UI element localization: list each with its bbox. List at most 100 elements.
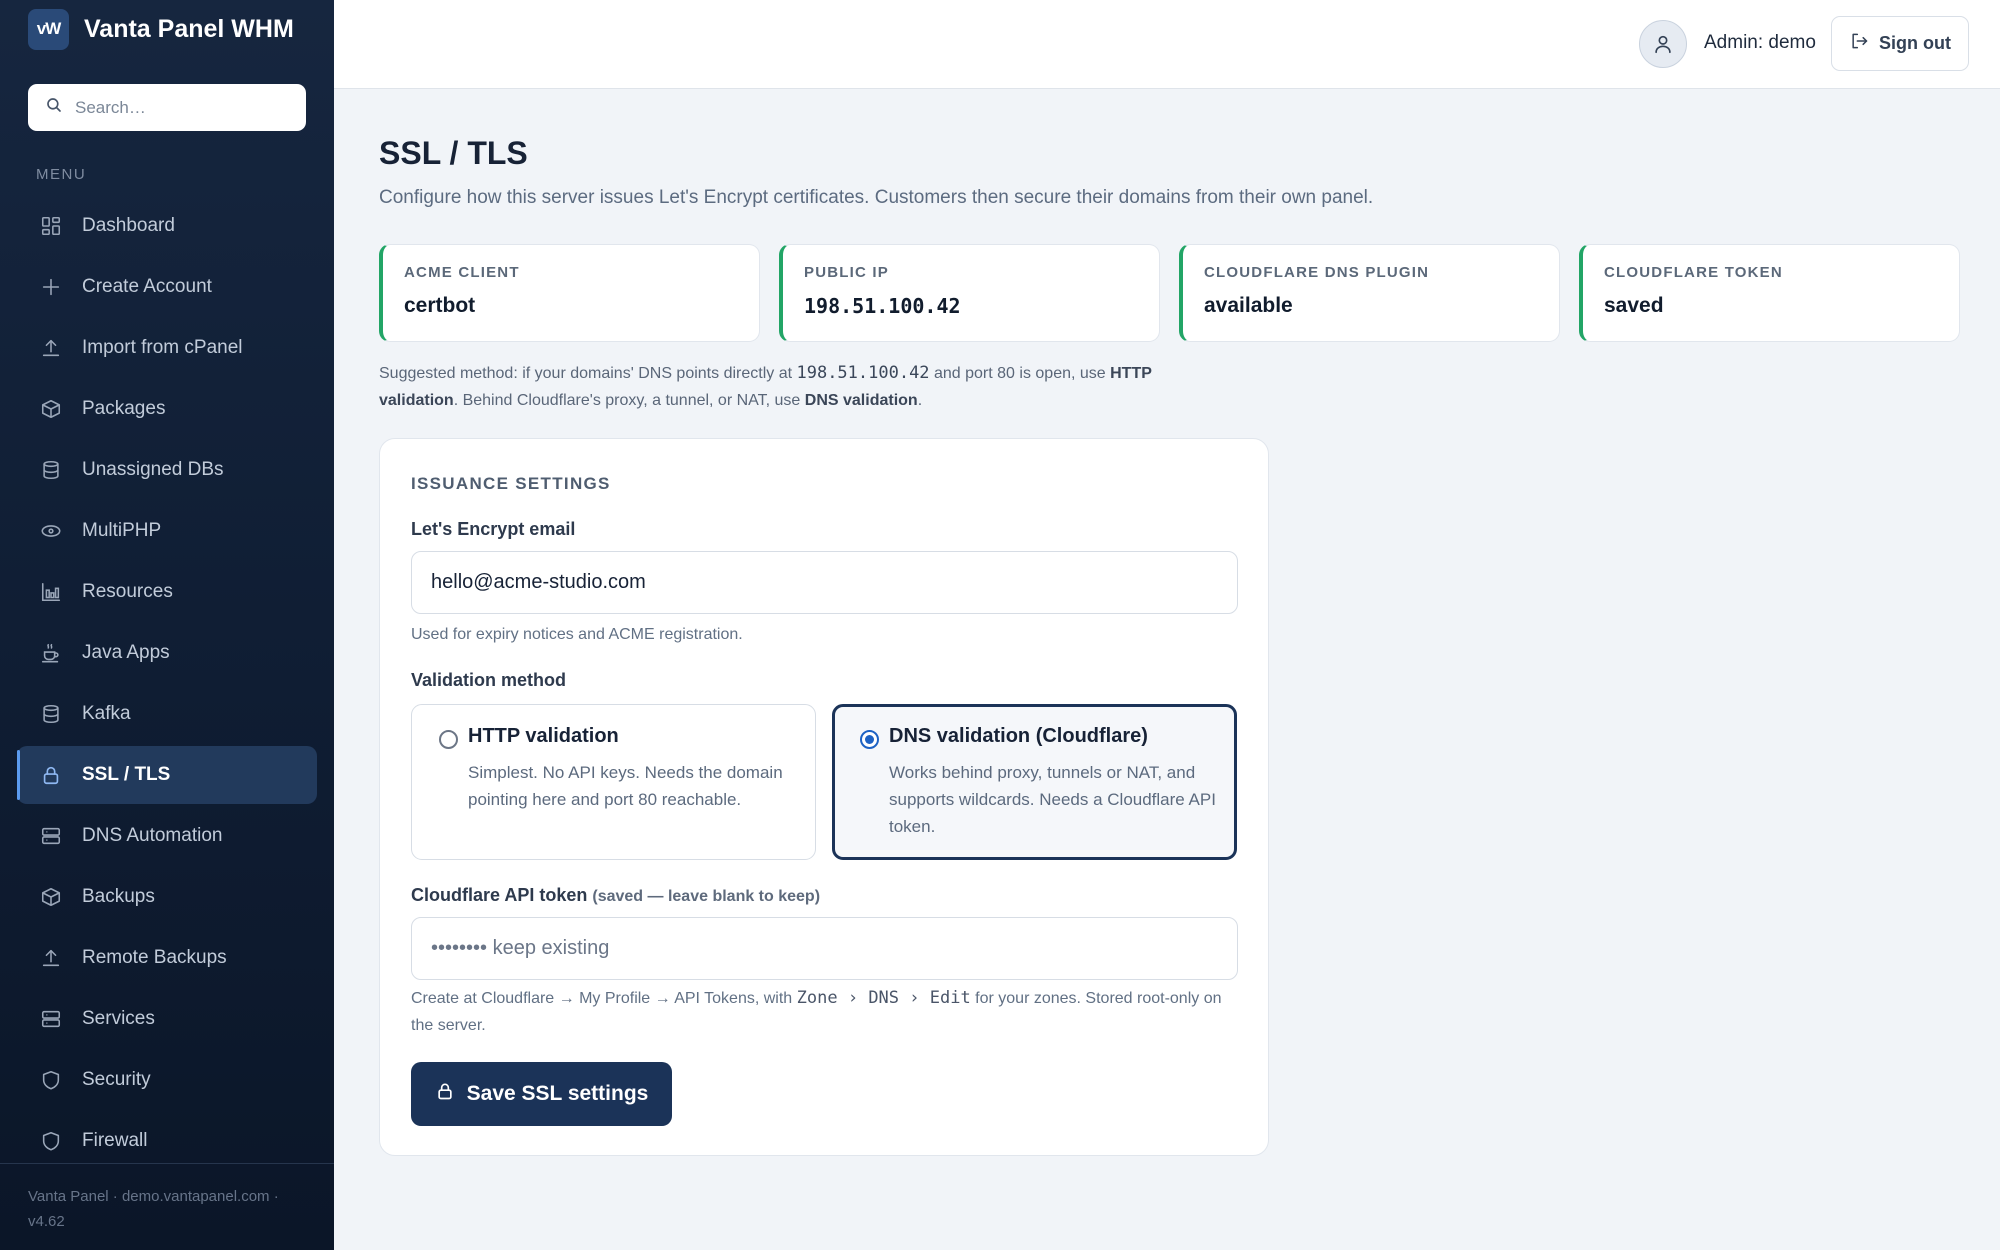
sidebar-item-label: Unassigned DBs [82,459,224,480]
plus-icon [39,275,63,299]
suggested-method-note: Suggested method: if your domains' DNS p… [379,360,1229,414]
note-text: . [917,392,923,409]
stat-value: 198.51.100.42 [804,294,961,318]
menu-heading: MENU [36,166,87,183]
sidebar-item-label: Import from cPanel [82,337,243,358]
sidebar-item-firewall[interactable]: Firewall [17,1112,317,1170]
avatar[interactable] [1639,20,1687,68]
stat-label: CLOUDFLARE TOKEN [1604,264,1783,281]
lock-icon [435,1081,467,1107]
sidebar-item-security[interactable]: Security [17,1051,317,1109]
note-ip: 198.51.100.42 [796,363,930,383]
option-title: HTTP validation [468,725,619,747]
sidebar-search [28,84,306,131]
help-text: Create at Cloudflare → My Profile → API … [411,990,797,1007]
admin-label: Admin: demo [1704,32,1816,53]
permission-edit: Edit [929,988,971,1008]
permission-zone: Zone [796,988,838,1008]
sidebar-item-label: Backups [82,886,155,907]
option-description: Works behind proxy, tunnels or NAT, and … [889,763,1216,836]
stat-card-public-ip: PUBLIC IP 198.51.100.42 [779,244,1160,342]
top-bar: Admin: demo Sign out [334,0,2000,89]
http-validation-radio[interactable] [439,730,458,749]
dns-validation-option[interactable]: DNS validation (Cloudflare) Works behind… [832,704,1237,860]
permission-separator: › [899,988,930,1008]
sign-out-icon [1849,31,1879,56]
page-subtitle: Configure how this server issues Let's E… [379,187,1374,208]
stat-label: CLOUDFLARE DNS PLUGIN [1204,264,1430,281]
sidebar-item-import-cpanel[interactable]: Import from cPanel [17,319,317,377]
app-name: Vanta Panel WHM [84,14,294,43]
stat-card-cloudflare-dns-plugin: CLOUDFLARE DNS PLUGIN available [1179,244,1560,342]
option-title: DNS validation (Cloudflare) [889,725,1148,747]
api-token-help: Create at Cloudflare → My Profile → API … [411,985,1241,1039]
sidebar-item-remote-backups[interactable]: Remote Backups [17,929,317,987]
upload-icon [39,336,63,360]
sidebar-item-label: Java Apps [82,642,170,663]
option-description: Simplest. No API keys. Needs the domain … [468,763,783,809]
note-text: . Behind Cloudflare's proxy, a tunnel, o… [453,392,805,409]
sidebar-item-label: Firewall [82,1130,148,1151]
sidebar-item-label: Dashboard [82,215,175,236]
dns-validation-radio[interactable] [860,730,879,749]
email-field[interactable] [411,551,1238,614]
email-help: Used for expiry notices and ACME registr… [411,626,743,643]
sidebar-item-packages[interactable]: Packages [17,380,317,438]
api-token-field[interactable] [411,917,1238,980]
php-icon [39,519,63,543]
sign-out-button[interactable]: Sign out [1831,16,1969,71]
email-label: Let's Encrypt email [411,519,576,539]
sidebar-item-label: SSL / TLS [82,764,171,785]
sidebar-item-multiphp[interactable]: MultiPHP [17,502,317,560]
sidebar-item-services[interactable]: Services [17,990,317,1048]
sidebar-item-resources[interactable]: Resources [17,563,317,621]
brand[interactable]: vW Vanta Panel WHM [28,8,294,50]
sidebar-item-label: Packages [82,398,166,419]
search-input[interactable] [75,97,285,118]
validation-method-label: Validation method [411,670,567,690]
sidebar-item-ssl-tls[interactable]: SSL / TLS [17,746,317,804]
http-validation-option[interactable]: HTTP validation Simplest. No API keys. N… [411,704,816,860]
sidebar-item-create-account[interactable]: Create Account [17,258,317,316]
sidebar-item-backups[interactable]: Backups [17,868,317,926]
box-icon [39,885,63,909]
box-icon [39,397,63,421]
api-token-hint: (saved — leave blank to keep) [592,888,821,905]
api-token-label: Cloudflare API token (saved — leave blan… [411,885,820,906]
api-token-label-text: Cloudflare API token [411,885,588,905]
upload-icon [39,946,63,970]
sidebar-item-label: Security [82,1069,151,1090]
sidebar-item-label: Remote Backups [82,947,227,968]
server-icon [39,1007,63,1031]
stat-cards: ACME CLIENT certbot PUBLIC IP 198.51.100… [379,244,1960,342]
sidebar-item-label: DNS Automation [82,825,223,846]
permission-dns: DNS [868,988,900,1008]
sidebar-item-label: Resources [82,581,173,602]
stat-value: certbot [404,294,476,317]
stat-card-acme-client: ACME CLIENT certbot [379,244,760,342]
stat-label: PUBLIC IP [804,264,889,281]
sidebar-item-label: Services [82,1008,155,1029]
note-text: Suggested method: if your domains' DNS p… [379,365,797,382]
sidebar: vW Vanta Panel WHM MENU Dashboard Create… [0,0,334,1250]
sign-out-label: Sign out [1879,33,1951,53]
app-logo: vW [28,8,69,50]
stat-value: available [1204,294,1293,317]
sidebar-item-label: Create Account [82,276,212,297]
dashboard-icon [39,214,63,238]
save-ssl-settings-button[interactable]: Save SSL settings [411,1062,672,1126]
permission-separator: › [837,988,869,1008]
sidebar-item-java-apps[interactable]: Java Apps [17,624,317,682]
sidebar-item-unassigned-dbs[interactable]: Unassigned DBs [17,441,317,499]
shield-icon [39,1129,63,1153]
database-icon [39,458,63,482]
note-dns-method: DNS validation [804,392,918,409]
sidebar-item-label: MultiPHP [82,520,162,541]
shield-icon [39,1068,63,1092]
sidebar-item-dashboard[interactable]: Dashboard [17,197,317,255]
save-label: Save SSL settings [466,1082,649,1105]
stat-value: saved [1604,294,1664,317]
coffee-icon [39,641,63,665]
sidebar-item-dns-automation[interactable]: DNS Automation [17,807,317,865]
sidebar-item-kafka[interactable]: Kafka [17,685,317,743]
